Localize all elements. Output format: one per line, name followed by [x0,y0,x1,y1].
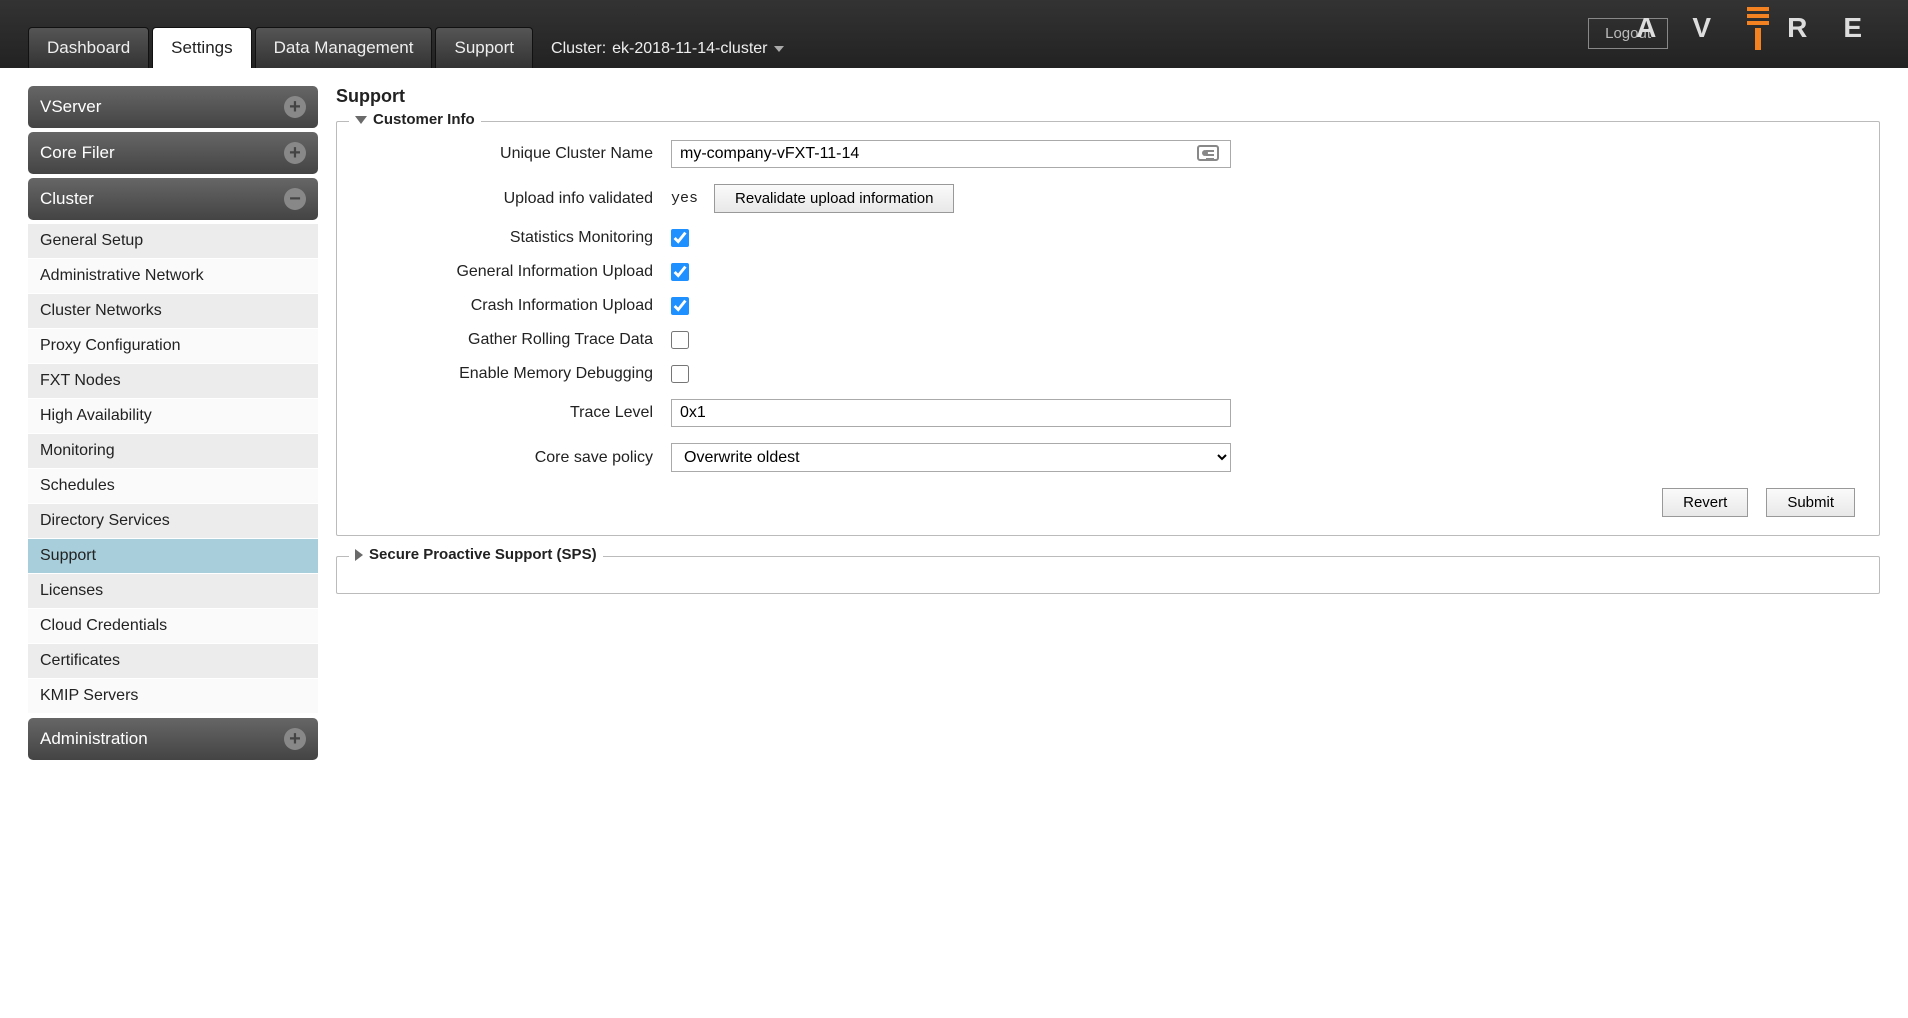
sps-fieldset: Secure Proactive Support (SPS) [336,556,1880,594]
customer-info-fieldset: Customer Info Unique Cluster Name Upload… [336,121,1880,536]
sidebar-item-kmip-servers[interactable]: KMIP Servers [28,679,318,714]
sidebar-item-cloud-credentials[interactable]: Cloud Credentials [28,609,318,644]
sidebar-item-cluster-networks[interactable]: Cluster Networks [28,294,318,329]
revert-button[interactable]: Revert [1662,488,1748,517]
plus-icon: + [284,96,306,118]
upload-info-validated-value: yes [671,190,698,207]
sidebar-item-proxy-configuration[interactable]: Proxy Configuration [28,329,318,364]
sidebar-item-general-setup[interactable]: General Setup [28,224,318,259]
trace-level-input[interactable] [671,399,1231,427]
sidebar-section-label: Cluster [40,189,94,209]
unique-cluster-name-input[interactable] [671,140,1231,168]
enable-memory-debugging-label: Enable Memory Debugging [361,365,671,383]
chevron-down-icon [774,46,784,52]
cluster-selector[interactable]: Cluster: ek-2018-11-14-cluster [533,30,801,68]
revalidate-upload-button[interactable]: Revalidate upload information [714,184,954,213]
statistics-monitoring-label: Statistics Monitoring [361,229,671,247]
sidebar-item-fxt-nodes[interactable]: FXT Nodes [28,364,318,399]
topbar: Dashboard Settings Data Management Suppo… [0,0,1908,68]
settings-sidebar: VServer + Core Filer + Cluster − General… [28,86,318,764]
legend-text: Customer Info [373,111,475,128]
unique-cluster-name-label: Unique Cluster Name [361,145,671,163]
sidebar-section-label: VServer [40,97,101,117]
plus-icon: + [284,142,306,164]
sidebar-item-licenses[interactable]: Licenses [28,574,318,609]
sidebar-item-administrative-network[interactable]: Administrative Network [28,259,318,294]
avere-logo: AV RE [1636,12,1880,44]
statistics-monitoring-checkbox[interactable] [671,229,689,247]
submit-button[interactable]: Submit [1766,488,1855,517]
legend-text: Secure Proactive Support (SPS) [369,546,597,563]
sidebar-section-administration[interactable]: Administration + [28,718,318,760]
cluster-name: ek-2018-11-14-cluster [612,40,767,58]
gather-rolling-trace-checkbox[interactable] [671,331,689,349]
tab-settings[interactable]: Settings [152,27,251,68]
page-title: Support [336,86,1880,107]
sidebar-section-label: Core Filer [40,143,115,163]
sidebar-cluster-items: General Setup Administrative Network Clu… [28,224,318,714]
plus-icon: + [284,728,306,750]
trace-level-label: Trace Level [361,404,671,422]
disclosure-triangle-icon [355,116,367,124]
sidebar-item-support[interactable]: Support [28,539,318,574]
core-save-policy-label: Core save policy [361,449,671,467]
minus-icon: − [284,188,306,210]
gather-rolling-trace-label: Gather Rolling Trace Data [361,331,671,349]
core-save-policy-select[interactable]: Overwrite oldest [671,443,1231,472]
tab-dashboard[interactable]: Dashboard [28,27,149,68]
crash-info-upload-checkbox[interactable] [671,297,689,315]
tab-support[interactable]: Support [435,27,533,68]
general-info-upload-label: General Information Upload [361,263,671,281]
sidebar-section-corefiler[interactable]: Core Filer + [28,132,318,174]
tab-data-management[interactable]: Data Management [255,27,433,68]
sidebar-item-monitoring[interactable]: Monitoring [28,434,318,469]
sps-legend[interactable]: Secure Proactive Support (SPS) [349,546,603,563]
sidebar-item-directory-services[interactable]: Directory Services [28,504,318,539]
crash-info-upload-label: Crash Information Upload [361,297,671,315]
sidebar-item-certificates[interactable]: Certificates [28,644,318,679]
main-panel: Support Customer Info Unique Cluster Nam… [336,86,1880,764]
sidebar-section-cluster[interactable]: Cluster − [28,178,318,220]
main-tabs: Dashboard Settings Data Management Suppo… [28,27,533,68]
id-card-icon [1197,145,1219,161]
customer-info-legend[interactable]: Customer Info [349,111,481,128]
sidebar-item-high-availability[interactable]: High Availability [28,399,318,434]
sidebar-section-label: Administration [40,729,148,749]
sidebar-section-vserver[interactable]: VServer + [28,86,318,128]
enable-memory-debugging-checkbox[interactable] [671,365,689,383]
upload-info-validated-label: Upload info validated [361,190,671,208]
disclosure-triangle-icon [355,549,363,561]
sidebar-item-schedules[interactable]: Schedules [28,469,318,504]
cluster-prefix: Cluster: [551,40,606,58]
general-info-upload-checkbox[interactable] [671,263,689,281]
